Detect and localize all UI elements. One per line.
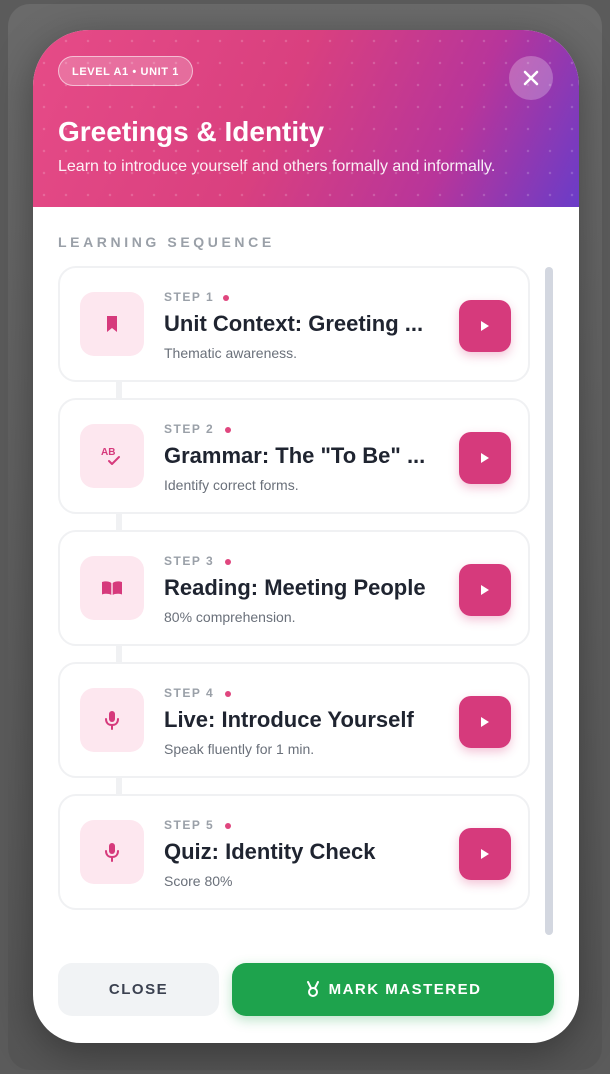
step-connector (116, 514, 122, 530)
play-icon (481, 717, 489, 727)
microphone-icon (105, 843, 119, 862)
step-card-3[interactable]: STEP 3 Reading: Meeting People 80% compr… (58, 530, 530, 646)
step-icon-box (80, 820, 144, 884)
step-status-dot (225, 691, 231, 697)
unit-modal: LEVEL A1 • UNIT 1 Greetings & Identity L… (33, 30, 579, 1043)
mark-mastered-button[interactable]: MARK MASTERED (232, 963, 554, 1016)
play-button[interactable] (459, 696, 511, 748)
play-icon (481, 321, 489, 331)
svg-text:AB: AB (101, 447, 115, 458)
step-card-2[interactable]: AB STEP 2 Grammar: The "To Be" ... Ident… (58, 398, 530, 514)
step-icon-box (80, 556, 144, 620)
step-title: Live: Introduce Yourself (164, 707, 414, 732)
level-badge: LEVEL A1 • UNIT 1 (58, 56, 193, 86)
step-connector (116, 778, 122, 794)
step-card-1[interactable]: STEP 1 Unit Context: Greeting ... Themat… (58, 266, 530, 382)
step-number: STEP 5 (164, 818, 215, 832)
close-icon (523, 70, 539, 86)
mark-mastered-label: MARK MASTERED (328, 981, 482, 998)
play-icon (481, 453, 489, 463)
medal-icon (306, 981, 319, 997)
play-icon (481, 849, 489, 859)
close-icon-button[interactable] (509, 56, 553, 100)
step-description: Identify correct forms. (164, 477, 299, 493)
unit-subtitle: Learn to introduce yourself and others f… (58, 158, 496, 175)
step-status-dot (225, 427, 231, 433)
play-button[interactable] (459, 432, 511, 484)
step-card-4[interactable]: STEP 4 Live: Introduce Yourself Speak fl… (58, 662, 530, 778)
step-status-dot (225, 823, 231, 829)
step-status-dot (223, 295, 229, 301)
bookmark-icon (107, 316, 117, 332)
step-title: Reading: Meeting People (164, 575, 426, 600)
spellcheck-icon: AB (101, 447, 120, 465)
play-button[interactable] (459, 564, 511, 616)
step-connector (116, 646, 122, 662)
section-label: LEARNING SEQUENCE (58, 234, 275, 250)
play-button[interactable] (459, 828, 511, 880)
book-icon (102, 581, 122, 595)
modal-header: LEVEL A1 • UNIT 1 Greetings & Identity L… (33, 30, 579, 207)
play-icon (481, 585, 489, 595)
step-description: Score 80% (164, 873, 233, 889)
step-icon-box: AB (80, 424, 144, 488)
step-status-dot (225, 559, 231, 565)
step-connector (116, 382, 122, 398)
play-button[interactable] (459, 300, 511, 352)
step-number: STEP 4 (164, 686, 215, 700)
step-icon-box (80, 292, 144, 356)
microphone-icon (105, 711, 119, 730)
step-description: 80% comprehension. (164, 609, 296, 625)
step-icon-box (80, 688, 144, 752)
step-description: Thematic awareness. (164, 345, 298, 361)
step-number: STEP 3 (164, 554, 215, 568)
step-description: Speak fluently for 1 min. (164, 741, 315, 757)
step-title: Grammar: The "To Be" ... (164, 443, 426, 468)
step-number: STEP 2 (164, 422, 215, 436)
step-title: Quiz: Identity Check (164, 839, 376, 864)
step-card-5[interactable]: STEP 5 Quiz: Identity Check Score 80% (58, 794, 530, 910)
step-title: Unit Context: Greeting ... (164, 311, 424, 336)
step-number: STEP 1 (164, 290, 215, 304)
close-button[interactable]: CLOSE (58, 963, 219, 1016)
scrollbar[interactable] (545, 267, 553, 935)
unit-title: Greetings & Identity (58, 116, 325, 147)
